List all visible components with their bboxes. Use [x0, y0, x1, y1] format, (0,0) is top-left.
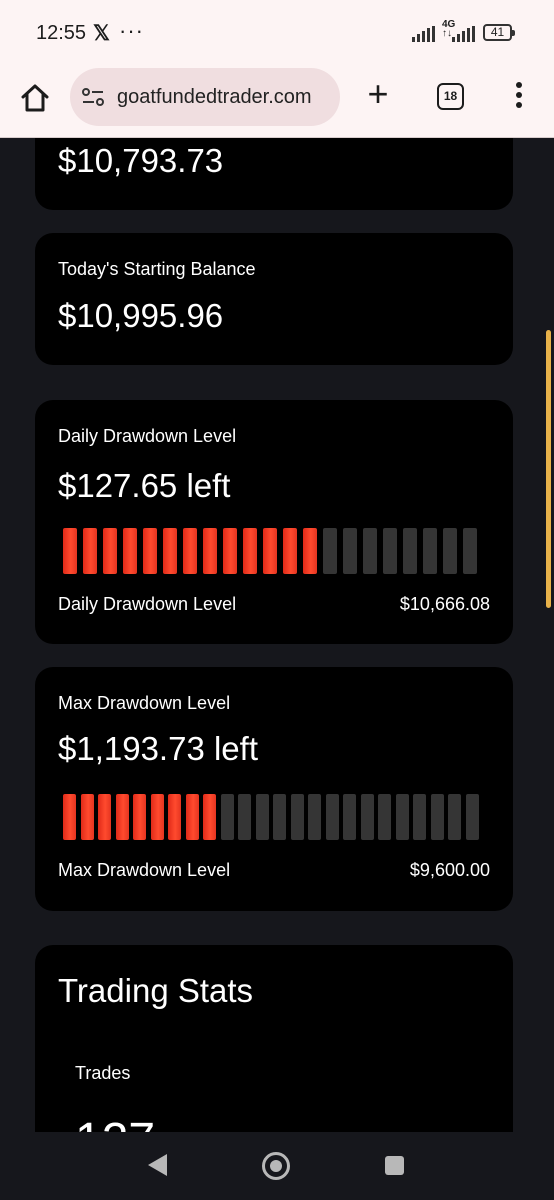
daily-drawdown-card: Daily Drawdown Level $127.65 left Daily …: [35, 400, 513, 644]
progress-segment-empty: [256, 794, 269, 840]
progress-segment-empty: [343, 528, 357, 574]
starting-balance-card: Today's Starting Balance $10,995.96: [35, 233, 513, 365]
progress-segment-empty: [221, 794, 234, 840]
progress-segment-filled: [63, 528, 77, 574]
progress-segment-empty: [326, 794, 339, 840]
max-drawdown-value: $1,193.73 left: [58, 730, 258, 767]
progress-segment-filled: [283, 528, 297, 574]
progress-segment-empty: [238, 794, 251, 840]
x-app-icon: 𝕏: [93, 22, 110, 45]
daily-drawdown-value: $127.65 left: [58, 467, 231, 504]
new-tab-plus-icon[interactable]: +: [364, 76, 392, 112]
more-dots-icon: ···: [119, 18, 144, 43]
progress-segment-filled: [123, 528, 137, 574]
progress-segment-empty: [423, 528, 437, 574]
trades-label: Trades: [75, 1063, 131, 1083]
recent-apps-icon[interactable]: [385, 1156, 404, 1175]
battery-icon: 41: [483, 24, 515, 41]
back-icon[interactable]: [148, 1154, 167, 1176]
max-drawdown-footer-value: $9,600.00: [409, 860, 490, 880]
starting-balance-value: $10,995.96: [58, 297, 224, 334]
status-bar: 12:55 𝕏 ··· 4G ↑↓ 41: [0, 0, 554, 66]
progress-segment-filled: [151, 794, 164, 840]
progress-segment-empty: [273, 794, 286, 840]
daily-drawdown-footer-label: Daily Drawdown Level: [58, 594, 237, 614]
home-circle-icon[interactable]: [262, 1152, 290, 1180]
balance-value: $10,793.73: [58, 142, 224, 179]
progress-segment-filled: [98, 794, 111, 840]
max-drawdown-card: Max Drawdown Level $1,193.73 left Max Dr…: [35, 667, 513, 911]
trading-stats-title: Trading Stats: [58, 972, 254, 1009]
max-drawdown-footer-label: Max Drawdown Level: [58, 860, 231, 880]
signal-strength-icon: [412, 26, 435, 42]
more-menu-icon[interactable]: [509, 82, 529, 112]
trades-value: 127: [75, 1113, 155, 1132]
status-time: 12:55: [36, 22, 87, 44]
progress-segment-empty: [308, 794, 321, 840]
daily-drawdown-label: Daily Drawdown Level: [58, 426, 237, 446]
system-navigation-bar: [0, 1132, 554, 1200]
progress-segment-empty: [413, 794, 426, 840]
progress-segment-filled: [133, 794, 146, 840]
progress-segment-empty: [383, 528, 397, 574]
progress-segment-empty: [466, 794, 479, 840]
progress-segment-filled: [63, 794, 76, 840]
progress-segment-filled: [163, 528, 177, 574]
progress-segment-empty: [378, 794, 391, 840]
progress-segment-filled: [81, 794, 94, 840]
progress-segment-filled: [168, 794, 181, 840]
progress-segment-filled: [143, 528, 157, 574]
home-icon[interactable]: [19, 82, 51, 114]
progress-segment-filled: [186, 794, 199, 840]
tab-switcher-button[interactable]: 18: [437, 83, 464, 110]
progress-segment-filled: [303, 528, 317, 574]
max-drawdown-label: Max Drawdown Level: [58, 693, 231, 713]
balance-card: $10,793.73: [35, 138, 513, 210]
progress-segment-empty: [361, 794, 374, 840]
signal-strength-icon-2: [452, 26, 475, 42]
page-scrollbar[interactable]: [546, 330, 551, 608]
max-drawdown-progress: [63, 794, 483, 840]
url-text[interactable]: goatfundedtrader.com: [117, 86, 312, 109]
progress-segment-empty: [431, 794, 444, 840]
progress-segment-empty: [323, 528, 337, 574]
address-bar[interactable]: goatfundedtrader.com: [70, 68, 340, 126]
progress-segment-empty: [343, 794, 356, 840]
progress-segment-empty: [363, 528, 377, 574]
starting-balance-label: Today's Starting Balance: [58, 259, 256, 279]
progress-segment-empty: [448, 794, 461, 840]
progress-segment-empty: [403, 528, 417, 574]
progress-segment-empty: [443, 528, 457, 574]
progress-segment-filled: [83, 528, 97, 574]
progress-segment-filled: [103, 528, 117, 574]
progress-segment-empty: [463, 528, 477, 574]
progress-segment-filled: [203, 794, 216, 840]
progress-segment-filled: [243, 528, 257, 574]
daily-drawdown-progress: [63, 528, 483, 574]
browser-toolbar: goatfundedtrader.com + 18: [0, 66, 554, 138]
trading-stats-card: Trading Stats Trades 127: [35, 945, 513, 1132]
daily-drawdown-footer-value: $10,666.08: [399, 594, 490, 614]
progress-segment-filled: [183, 528, 197, 574]
progress-segment-filled: [116, 794, 129, 840]
progress-segment-empty: [291, 794, 304, 840]
page-content: $10,793.73 Today's Starting Balance $10,…: [0, 138, 554, 1132]
progress-segment-empty: [396, 794, 409, 840]
site-settings-icon[interactable]: [81, 86, 105, 108]
progress-segment-filled: [263, 528, 277, 574]
progress-segment-filled: [203, 528, 217, 574]
progress-segment-filled: [223, 528, 237, 574]
